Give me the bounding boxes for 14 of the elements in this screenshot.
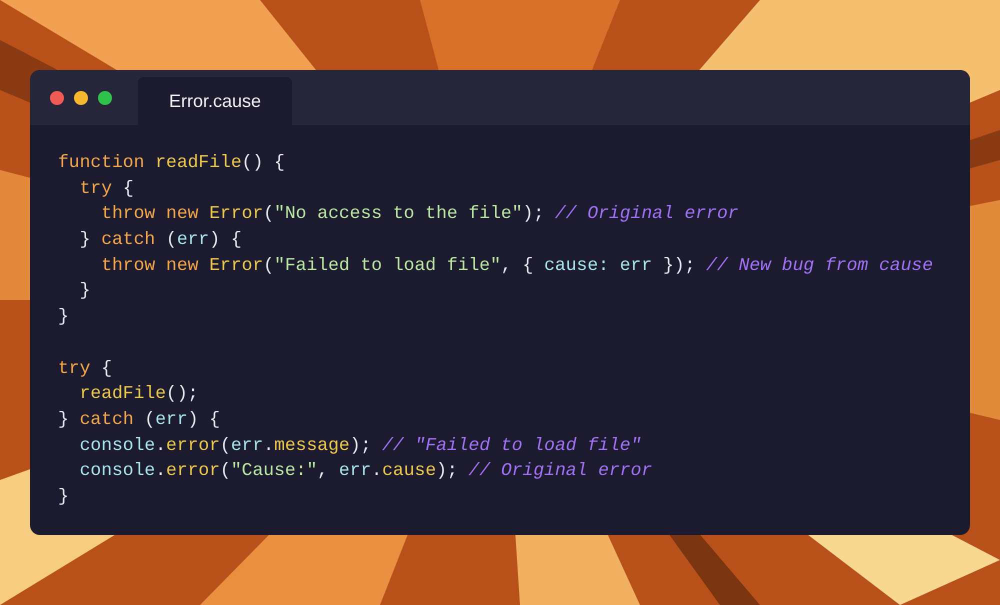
code-line: } <box>78 280 90 304</box>
code-line: try { <box>58 358 112 380</box>
code-line: try { <box>78 178 134 201</box>
code-line: readFile(); <box>78 383 198 406</box>
code-line: throw new Error("Failed to load file", { cause: err }); // New bug from cause <box>100 254 934 278</box>
code-line: } catch (err) { <box>58 408 220 432</box>
code-line: console.error("Cause:", err.cause); // Original error <box>78 460 652 484</box>
file-tab[interactable]: Error.cause <box>138 77 292 125</box>
code-line: } <box>58 306 69 330</box>
code-line: } catch (err) { <box>78 229 242 252</box>
code-line: } <box>58 486 69 509</box>
code-line: throw new Error("No access to the file"); // Original error <box>100 203 739 226</box>
code-line: console.error(err.message); // "Failed to load file" <box>78 434 642 458</box>
code-line: function readFile() { <box>58 152 285 175</box>
